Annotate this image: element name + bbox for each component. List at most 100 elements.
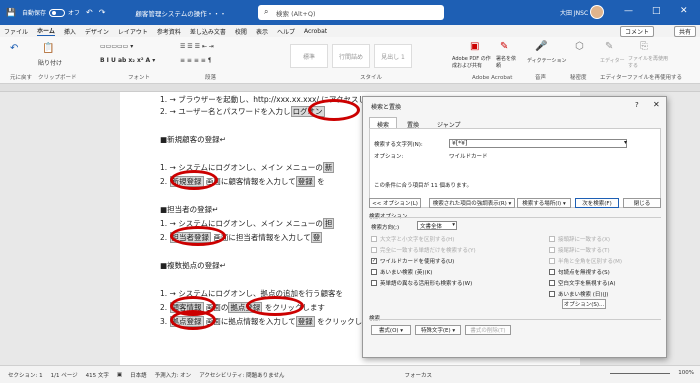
checkbox-icon	[371, 236, 377, 242]
style-normal[interactable]: 標準	[290, 44, 328, 68]
minimize-button[interactable]: —	[624, 6, 633, 16]
predictive-status[interactable]: 予測入力: オン	[155, 371, 192, 379]
undo-icon[interactable]: ↶	[86, 8, 93, 17]
line-text: 3.	[160, 317, 170, 326]
checkbox-label: 半角と全角を区別する(M)	[558, 259, 623, 265]
line-text: ■複数拠点の登録↵	[160, 261, 226, 270]
paragraph-align-buttons[interactable]: ≡ ≡ ≡ ≡ ¶	[180, 57, 212, 64]
pdf-icon[interactable]: ▣	[470, 41, 479, 52]
checkbox-icon	[549, 258, 555, 264]
doc-line: ■担当者の登録↵	[160, 204, 218, 215]
tab-0[interactable]: ファイル	[4, 27, 28, 36]
option-checkbox[interactable]: 完全に一致する単語だけを検索する(Y)	[371, 246, 476, 254]
horizontal-ruler[interactable]	[0, 84, 700, 92]
redo-icon[interactable]: ↷	[99, 8, 106, 17]
special-button[interactable]: 特殊文字(E) ▾	[415, 325, 461, 335]
comment-button[interactable]: コメント	[619, 26, 654, 37]
language-status[interactable]: 日本語	[130, 371, 147, 379]
save-icon[interactable]: 💾	[6, 8, 16, 17]
paste-icon[interactable]: 📋	[42, 43, 54, 54]
create-pdf-button[interactable]: Adobe PDF の作成および共有	[452, 55, 494, 69]
tab-7[interactable]: 校閲	[235, 27, 247, 36]
find-in-button[interactable]: 検索する場所(I) ▾	[517, 198, 571, 208]
tab-8[interactable]: 表示	[256, 27, 268, 36]
reuse-icon[interactable]: ⎘	[640, 41, 648, 52]
option-checkbox[interactable]: 接尾辞に一致する(T)	[549, 246, 610, 254]
chevron-down-icon[interactable]: ▾	[624, 139, 627, 146]
checkbox-icon	[549, 269, 555, 275]
line-text: ■担当者の登録↵	[160, 205, 219, 214]
maximize-button[interactable]: □	[652, 6, 661, 16]
format-button[interactable]: 書式(O) ▾	[371, 325, 411, 335]
option-checkbox[interactable]: 空白文字を無視する(A)	[549, 279, 616, 287]
autosave-toggle[interactable]: 自動保存 オフ	[22, 8, 80, 17]
option-checkbox[interactable]: 大文字と小文字を区別する(H)	[371, 235, 454, 243]
accessibility-status[interactable]: アクセシビリティ: 問題ありません	[199, 371, 284, 379]
line-text: 2. → ユーザー名とパスワードを入力し	[160, 107, 291, 116]
checkbox-label: 英単語の異なる活用形も検索する(W)	[380, 281, 473, 287]
option-checkbox[interactable]: 半角と全角を区別する(M)	[549, 257, 622, 265]
page-status[interactable]: 1/1 ページ	[51, 371, 78, 379]
vertical-ruler[interactable]	[0, 92, 8, 365]
help-icon[interactable]: ?	[635, 101, 639, 109]
dialog-close-icon[interactable]: ✕	[653, 100, 660, 109]
field-code: 登録	[295, 176, 315, 187]
divider	[369, 217, 661, 218]
zoom-level[interactable]: 100%	[678, 370, 694, 376]
dictation-button[interactable]: ディクテーション	[527, 57, 567, 64]
close-button[interactable]: ✕	[680, 6, 688, 16]
tab-4[interactable]: レイアウト	[118, 27, 148, 36]
sign-icon[interactable]: ✎	[500, 41, 508, 52]
tab-3[interactable]: デザイン	[85, 27, 109, 36]
direction-select[interactable]: 文書全体 ▾	[417, 221, 457, 230]
option-checkbox[interactable]: ✓ ワイルドカードを使用する(U)	[371, 257, 454, 265]
avatar[interactable]	[590, 5, 604, 19]
dictation-icon[interactable]: 🎤	[535, 41, 547, 52]
clear-format-button[interactable]: 書式の削除(T)	[465, 325, 511, 335]
close-dialog-button[interactable]: 閉じる	[623, 198, 661, 208]
zoom-slider[interactable]	[610, 373, 670, 374]
editor-icon[interactable]: ✎	[605, 41, 613, 52]
checkbox-icon	[549, 247, 555, 253]
highlight-button[interactable]: 検索された項目の強調表示(R) ▾	[429, 198, 515, 208]
find-what-input[interactable]: ¥[*¥]	[449, 139, 627, 148]
tab-2[interactable]: 挿入	[64, 27, 76, 36]
style-heading-1[interactable]: 見出し 1	[374, 44, 412, 68]
doc-line: 2. → ユーザー名とパスワードを入力し ログオン	[160, 106, 325, 117]
share-button[interactable]: 共有	[673, 26, 696, 37]
undo-ribbon-icon[interactable]: ↶	[10, 43, 18, 54]
option-checkbox[interactable]: あいまい検索 (日)(J)	[549, 290, 608, 298]
checkbox-icon	[371, 269, 377, 275]
less-options-button[interactable]: << オプション(L)	[369, 198, 421, 208]
editor-button[interactable]: エディター	[600, 57, 625, 64]
search-box[interactable]: ⌕ 検索 (Alt+Q)	[258, 5, 444, 20]
font-name-box[interactable]: ▭▭▭▭▭ ▾	[100, 43, 133, 50]
sensitivity-icon[interactable]: ⬡	[575, 41, 584, 52]
tab-6[interactable]: 差し込み文書	[190, 27, 226, 36]
find-next-button[interactable]: 次を検索(F)	[575, 198, 619, 208]
tab-10[interactable]: Acrobat	[304, 28, 327, 35]
options-button[interactable]: オプション(S)...	[562, 299, 606, 309]
option-checkbox[interactable]: 句読点を無視する(S)	[549, 268, 610, 276]
group-font: フォント	[128, 75, 151, 81]
tab-9[interactable]: ヘルプ	[277, 27, 295, 36]
option-checkbox[interactable]: 接頭辞に一致する(X)	[549, 235, 610, 243]
focus-button[interactable]: フォーカス	[405, 371, 433, 379]
option-checkbox[interactable]: 英単語の異なる活用形も検索する(W)	[371, 279, 472, 287]
reuse-file-button[interactable]: ファイルを再使用する	[628, 55, 668, 69]
word-count[interactable]: 415 文字	[86, 371, 109, 379]
style-no-spacing[interactable]: 行間詰め	[332, 44, 370, 68]
line-text: 2.	[160, 177, 170, 186]
font-format-buttons[interactable]: B I U ab x₂ x² A ▾	[100, 57, 155, 64]
tab-5[interactable]: 参考資料	[157, 27, 181, 36]
section-status[interactable]: セクション: 1	[8, 371, 43, 379]
checkbox-label: 接尾辞に一致する(T)	[558, 248, 610, 254]
request-sign-button[interactable]: 署名を依頼	[496, 55, 518, 69]
tab-1[interactable]: ホーム	[37, 26, 55, 36]
proofing-icon[interactable]: ▣	[117, 372, 122, 378]
option-checkbox[interactable]: あいまい検索 (英)(K)	[371, 268, 432, 276]
checkbox-icon	[549, 291, 555, 297]
search-options-label: 検索オプション	[369, 212, 408, 220]
group-voice: 音声	[535, 75, 547, 81]
paragraph-list-buttons[interactable]: ☰ ☰ ☰ ⇤ ⇥	[180, 43, 214, 50]
